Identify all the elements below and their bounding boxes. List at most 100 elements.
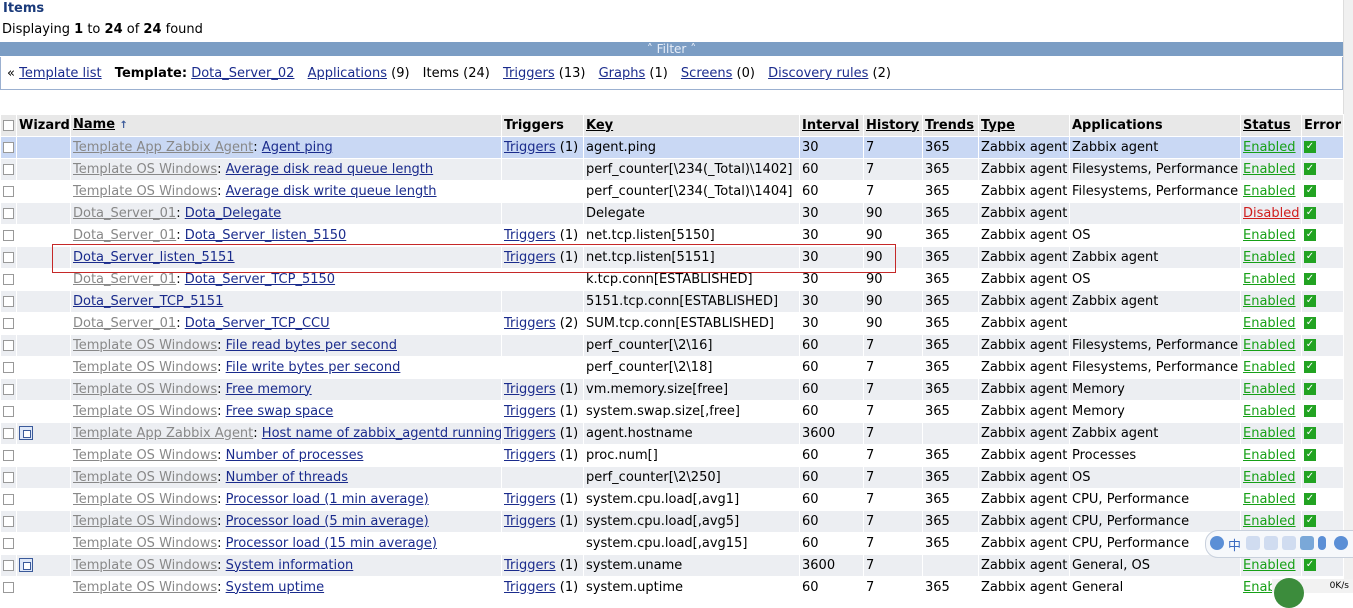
table-row[interactable]: Template OS Windows: Average disk write …	[0, 180, 1344, 203]
row-checkbox[interactable]	[3, 361, 14, 373]
sort-name-link[interactable]: Name	[73, 117, 115, 132]
col-key[interactable]: Key	[583, 114, 800, 137]
status-toggle-link[interactable]: Enabled	[1243, 514, 1296, 529]
item-name-link[interactable]: Dota_Server_TCP_5150	[185, 272, 335, 287]
table-row[interactable]: Template OS Windows: File read bytes per…	[0, 334, 1344, 357]
item-triggers-link[interactable]: Triggers	[504, 426, 556, 441]
row-checkbox[interactable]	[3, 405, 14, 417]
template-prefix-link[interactable]: Template OS Windows	[73, 162, 217, 177]
ime-skin-icon[interactable]	[1282, 536, 1296, 550]
template-prefix-link[interactable]: Template OS Windows	[73, 580, 217, 595]
table-row[interactable]: Template OS Windows: Number of processes…	[0, 444, 1344, 467]
template-prefix-link[interactable]: Template OS Windows	[73, 492, 217, 507]
col-history[interactable]: History	[863, 114, 923, 137]
template-prefix-link[interactable]: Template OS Windows	[73, 382, 217, 397]
table-row[interactable]: Template OS Windows: File write bytes pe…	[0, 356, 1344, 379]
screens-link[interactable]: Screens	[681, 66, 732, 81]
col-type[interactable]: Type	[978, 114, 1070, 137]
wizard-icon[interactable]	[19, 426, 33, 440]
table-row[interactable]: Template OS Windows: Processor load (5 m…	[0, 510, 1344, 533]
status-toggle-link[interactable]: Enabled	[1243, 470, 1296, 485]
item-name-link[interactable]: Dota_Server_TCP_CCU	[185, 316, 330, 331]
ime-settings-icon[interactable]	[1334, 536, 1348, 550]
status-toggle-link[interactable]: Enabled	[1243, 382, 1296, 397]
status-toggle-link[interactable]: Disabled	[1243, 206, 1299, 221]
ime-toolbar[interactable]: 中	[1205, 530, 1353, 558]
item-triggers-link[interactable]: Triggers	[504, 316, 556, 331]
table-row[interactable]: Dota_Server_01: Dota_Server_TCP_CCU Trigg…	[0, 312, 1344, 335]
row-checkbox[interactable]	[3, 295, 14, 307]
row-checkbox[interactable]	[3, 449, 14, 461]
template-prefix-link[interactable]: Template OS Windows	[73, 558, 217, 573]
item-triggers-link[interactable]: Triggers	[504, 404, 556, 419]
select-all-checkbox[interactable]	[3, 119, 14, 131]
table-row[interactable]: Template OS Windows: System uptime Trigge…	[0, 576, 1344, 599]
row-checkbox[interactable]	[3, 493, 14, 505]
row-checkbox[interactable]	[3, 185, 14, 197]
triggers-link[interactable]: Triggers	[503, 66, 555, 81]
status-toggle-link[interactable]: Enabled	[1243, 184, 1296, 199]
status-toggle-link[interactable]: Enabled	[1243, 404, 1296, 419]
table-row[interactable]: Dota_Server_01: Dota_Server_listen_5150 T…	[0, 224, 1344, 247]
ime-logo-icon[interactable]	[1210, 536, 1224, 550]
col-status[interactable]: Status	[1240, 114, 1302, 137]
template-prefix-link[interactable]: Dota_Server_01	[73, 228, 176, 243]
item-name-link[interactable]: Number of processes	[226, 448, 364, 463]
ime-mode-label[interactable]: 中	[1228, 535, 1241, 554]
status-toggle-link[interactable]: Enabled	[1243, 338, 1296, 353]
table-row[interactable]: Dota_Server_01: Dota_Server_TCP_5150 k.tc…	[0, 268, 1344, 291]
item-triggers-link[interactable]: Triggers	[504, 382, 556, 397]
template-prefix-link[interactable]: Dota_Server_01	[73, 206, 176, 221]
item-name-link[interactable]: Number of threads	[226, 470, 348, 485]
item-name-link[interactable]: Dota_Server_listen_5150	[185, 228, 347, 243]
network-monitor-icon[interactable]	[1274, 578, 1304, 608]
template-prefix-link[interactable]: Template OS Windows	[73, 404, 217, 419]
ime-keyboard-icon[interactable]	[1300, 536, 1314, 550]
template-prefix-link[interactable]: Template App Zabbix Agent	[73, 426, 253, 441]
wizard-icon[interactable]	[19, 558, 33, 572]
row-checkbox[interactable]	[3, 559, 14, 571]
item-name-link[interactable]: System information	[226, 558, 354, 573]
item-name-link[interactable]: Average disk read queue length	[226, 162, 434, 177]
item-name-link[interactable]: Agent ping	[262, 140, 333, 155]
status-toggle-link[interactable]: Enabled	[1243, 162, 1296, 177]
status-toggle-link[interactable]: Enabled	[1243, 316, 1296, 331]
discovery-rules-link[interactable]: Discovery rules	[768, 66, 868, 81]
status-toggle-link[interactable]: Enabled	[1243, 492, 1296, 507]
table-row[interactable]: Template OS Windows: Processor load (1 m…	[0, 488, 1344, 511]
row-checkbox[interactable]	[3, 141, 14, 153]
status-toggle-link[interactable]: Enabled	[1243, 448, 1296, 463]
col-interval[interactable]: Interval	[799, 114, 864, 137]
table-row[interactable]: Template OS Windows: Processor load (15 …	[0, 532, 1344, 555]
row-checkbox[interactable]	[3, 273, 14, 285]
template-prefix-link[interactable]: Template OS Windows	[73, 184, 217, 199]
row-checkbox[interactable]	[3, 317, 14, 329]
template-prefix-link[interactable]: Template OS Windows	[73, 536, 217, 551]
row-checkbox[interactable]	[3, 471, 14, 483]
item-name-link[interactable]: System uptime	[226, 580, 324, 595]
table-row[interactable]: Template OS Windows: Free memory Triggers…	[0, 378, 1344, 401]
item-triggers-link[interactable]: Triggers	[504, 558, 556, 573]
row-checkbox[interactable]	[3, 163, 14, 175]
row-checkbox[interactable]	[3, 537, 14, 549]
applications-link[interactable]: Applications	[308, 66, 387, 81]
template-name-link[interactable]: Dota_Server_02	[191, 66, 294, 81]
item-name-link[interactable]: Dota_Server_TCP_5151	[73, 294, 223, 309]
status-toggle-link[interactable]: Enabled	[1243, 294, 1296, 309]
table-row[interactable]: Dota_Server_01: Dota_Delegate Delegate 30 9…	[0, 202, 1344, 225]
item-name-link[interactable]: Average disk write queue length	[226, 184, 437, 199]
item-name-link[interactable]: Dota_Delegate	[185, 206, 281, 221]
sort-history-link[interactable]: History	[866, 118, 919, 133]
status-toggle-link[interactable]: Enabled	[1243, 360, 1296, 375]
template-prefix-link[interactable]: Template App Zabbix Agent	[73, 140, 253, 155]
row-checkbox[interactable]	[3, 207, 14, 219]
sort-key-link[interactable]: Key	[586, 118, 613, 133]
item-name-link[interactable]: File read bytes per second	[226, 338, 397, 353]
status-toggle-link[interactable]: Enabled	[1243, 272, 1296, 287]
row-checkbox[interactable]	[3, 383, 14, 395]
status-toggle-link[interactable]: Enabled	[1243, 558, 1296, 573]
graphs-link[interactable]: Graphs	[599, 66, 646, 81]
item-name-link[interactable]: Free memory	[226, 382, 312, 397]
item-name-link[interactable]: Processor load (1 min average)	[226, 492, 429, 507]
item-triggers-link[interactable]: Triggers	[504, 140, 556, 155]
